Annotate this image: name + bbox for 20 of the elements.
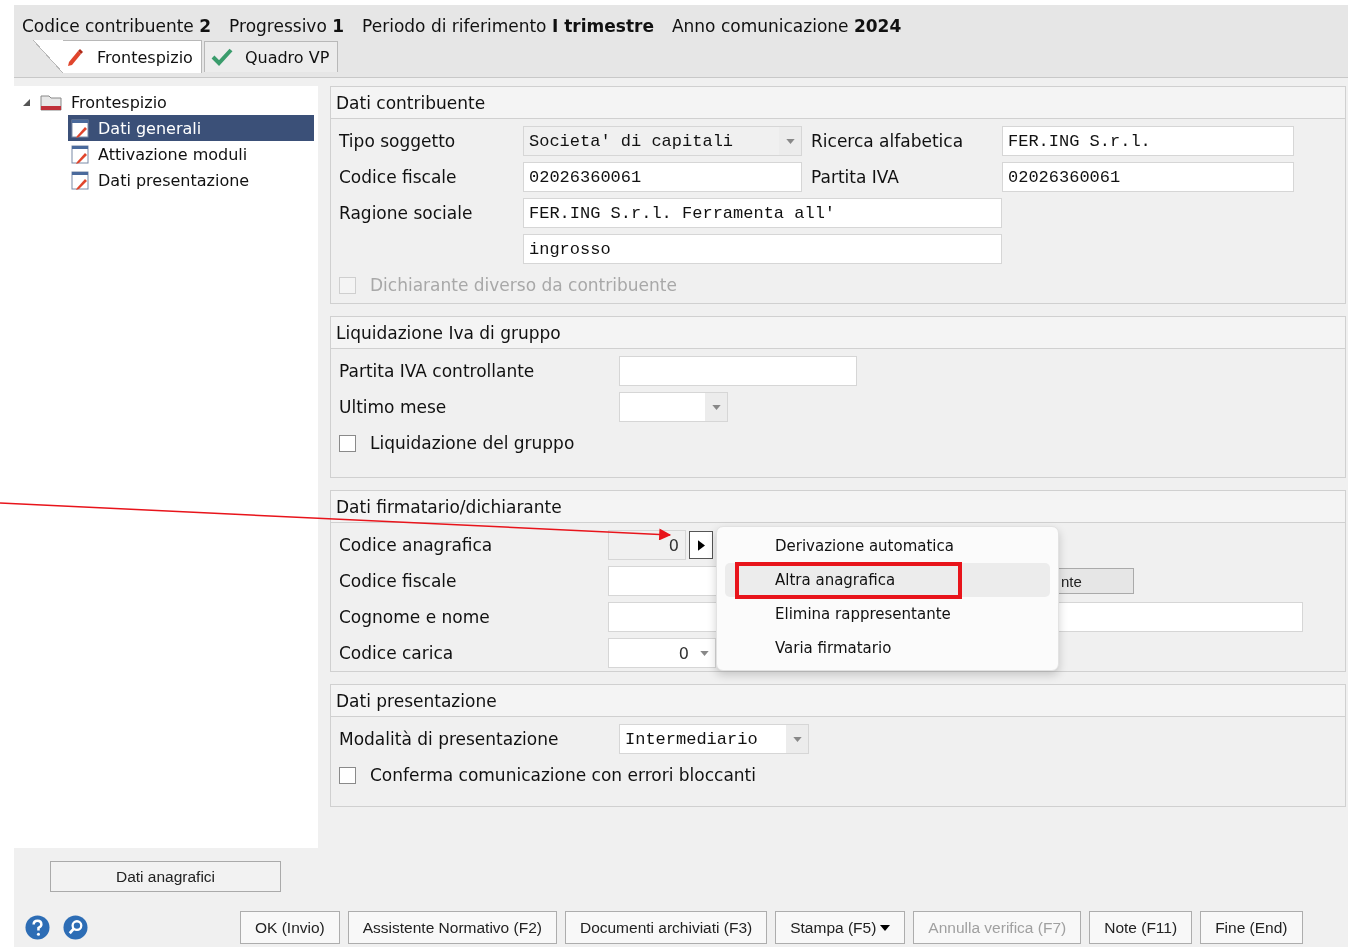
- section-title: Liquidazione Iva di gruppo: [331, 317, 1345, 349]
- header-info-text: Codice contribuente 2: [22, 15, 212, 36]
- field-label: Cognome e nome: [339, 607, 491, 627]
- field-label: Ultimo mese: [339, 397, 448, 417]
- section-title: Dati firmatario/dichiarante: [331, 491, 1345, 523]
- header-info-text: Anno comunicazione 2024: [671, 15, 902, 36]
- field-label: Tipo soggetto: [339, 131, 457, 151]
- field-label: Partita IVA: [810, 167, 900, 187]
- field-label: Codice carica: [339, 643, 455, 663]
- field-label: Codice fiscale: [339, 167, 458, 187]
- header-info-text: Progressivo 1: [229, 15, 345, 36]
- field-label: Codice anagrafica: [339, 535, 494, 555]
- section-title: Dati presentazione: [331, 685, 1345, 717]
- section-title: Dati contribuente: [331, 87, 1345, 119]
- field-label: Codice fiscale: [339, 571, 458, 591]
- field-label: Ricerca alfabetica: [810, 131, 965, 151]
- field-label: Partita IVA controllante: [339, 361, 536, 381]
- header-info-text: Periodo di riferimento I trimestre: [362, 15, 654, 36]
- field-label: Modalità di presentazione: [339, 729, 560, 749]
- field-label: Ragione sociale: [339, 203, 474, 223]
